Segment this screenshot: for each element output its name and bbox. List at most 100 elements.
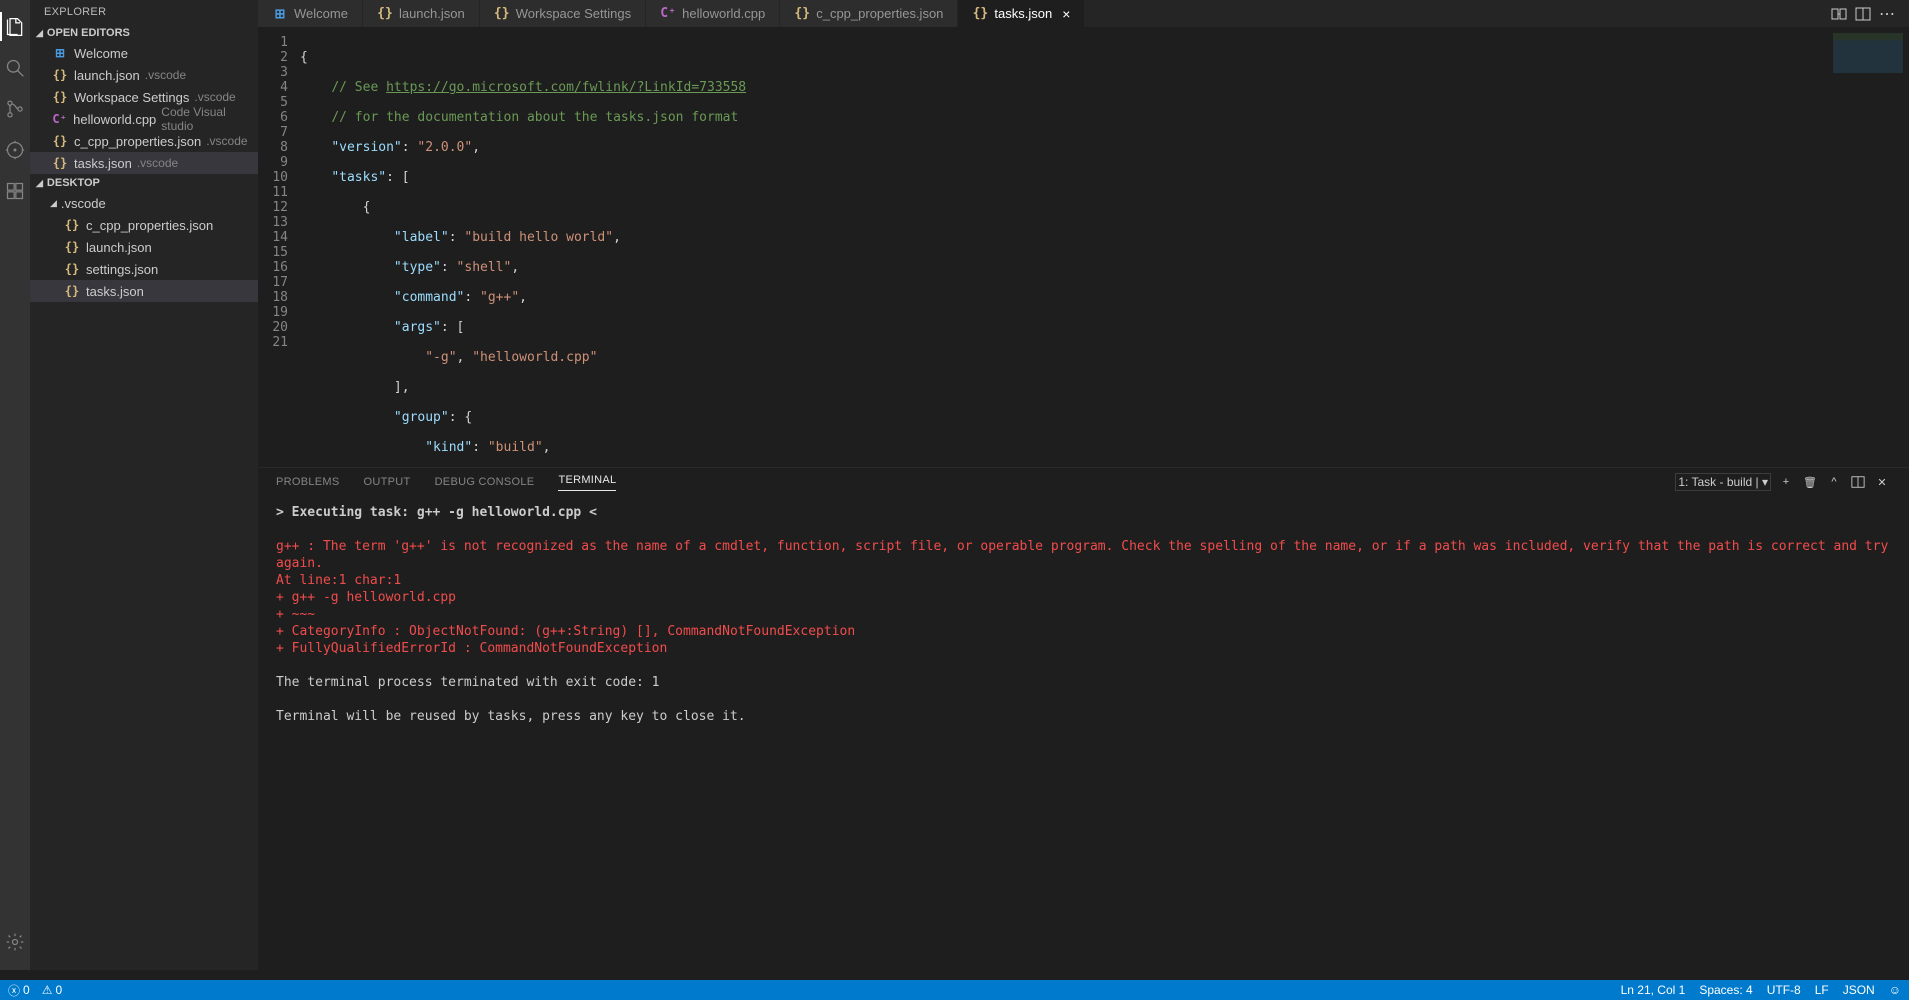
- panel-tab-problems[interactable]: PROBLEMS: [276, 476, 340, 488]
- file-label: c_cpp_properties.json: [74, 134, 201, 149]
- extensions-icon[interactable]: [1, 176, 30, 205]
- panel-close-icon[interactable]: ✕: [1873, 473, 1891, 491]
- editor-tab[interactable]: ⊞ Welcome: [258, 0, 363, 27]
- debug-icon[interactable]: [1, 135, 30, 164]
- json-icon: {}: [64, 283, 80, 299]
- source-control-icon[interactable]: [1, 94, 30, 123]
- status-bar: ⓧ0 ⚠0 Ln 21, Col 1 Spaces: 4 UTF-8 LF JS…: [0, 980, 1909, 1000]
- sidebar-title: EXPLORER: [30, 0, 258, 24]
- terminal-selector[interactable]: 1: Task - build | ▾: [1675, 473, 1771, 491]
- json-icon: {}: [972, 6, 988, 22]
- file-label: tasks.json: [86, 284, 144, 299]
- file-path-suffix: .vscode: [206, 134, 247, 148]
- tab-label: helloworld.cpp: [682, 6, 765, 21]
- editor-tab[interactable]: C⁺ helloworld.cpp: [646, 0, 780, 27]
- json-icon: {}: [494, 6, 510, 22]
- tab-label: tasks.json: [994, 6, 1052, 21]
- file-tree-item[interactable]: {} tasks.json: [30, 280, 258, 302]
- workspace-header[interactable]: ◢DESKTOP: [30, 174, 258, 192]
- json-icon: {}: [52, 155, 68, 171]
- file-path-suffix: .vscode: [137, 156, 178, 170]
- files-icon[interactable]: [1, 12, 30, 41]
- terminal-output[interactable]: > Executing task: g++ -g helloworld.cpp …: [258, 496, 1909, 733]
- file-label: settings.json: [86, 262, 158, 277]
- gear-icon[interactable]: [1, 927, 30, 956]
- search-icon[interactable]: [1, 53, 30, 82]
- vscode-icon: ⊞: [272, 6, 288, 22]
- panel-tab-terminal[interactable]: TERMINAL: [558, 474, 616, 491]
- open-editor-item[interactable]: {} launch.json .vscode: [30, 64, 258, 86]
- json-icon: {}: [794, 6, 810, 22]
- file-tree-item[interactable]: {} c_cpp_properties.json: [30, 214, 258, 236]
- line-gutter: 123456789101112131415161718192021: [258, 27, 300, 467]
- chevron-down-icon: ◢: [36, 178, 43, 189]
- panel-split-icon[interactable]: [1849, 473, 1867, 491]
- more-actions-icon[interactable]: ⋯: [1875, 2, 1899, 26]
- cpp-icon: C⁺: [52, 111, 67, 127]
- panel-tab-debug-console[interactable]: DEBUG CONSOLE: [435, 476, 535, 488]
- editor-tab[interactable]: {} launch.json: [363, 0, 480, 27]
- kill-terminal-icon[interactable]: 🗑: [1801, 473, 1819, 491]
- json-icon: {}: [52, 133, 68, 149]
- new-terminal-icon[interactable]: +: [1777, 473, 1795, 491]
- open-editor-item[interactable]: {} tasks.json .vscode: [30, 152, 258, 174]
- tab-label: c_cpp_properties.json: [816, 6, 943, 21]
- file-path-suffix: .vscode: [145, 68, 186, 82]
- code-content: { // See https://go.microsoft.com/fwlink…: [300, 27, 1509, 467]
- status-eol[interactable]: LF: [1815, 983, 1829, 997]
- open-editors-header[interactable]: ◢OPEN EDITORS: [30, 24, 258, 42]
- panel-tab-output[interactable]: OUTPUT: [364, 476, 411, 488]
- json-icon: {}: [64, 261, 80, 277]
- compare-changes-icon[interactable]: [1827, 2, 1851, 26]
- file-path-suffix: Code Visual studio: [161, 105, 256, 133]
- json-icon: {}: [64, 239, 80, 255]
- cpp-icon: C⁺: [660, 6, 676, 22]
- json-icon: {}: [52, 89, 68, 105]
- editor-tab[interactable]: {} c_cpp_properties.json: [780, 0, 958, 27]
- activity-bar: [0, 0, 30, 970]
- file-label: launch.json: [74, 68, 140, 83]
- minimap[interactable]: [1819, 27, 1909, 467]
- file-label: helloworld.cpp: [73, 112, 156, 127]
- open-editor-item[interactable]: ⊞ Welcome: [30, 42, 258, 64]
- folder-vscode[interactable]: ◢.vscode: [30, 192, 258, 214]
- file-label: Workspace Settings: [74, 90, 189, 105]
- status-spaces[interactable]: Spaces: 4: [1699, 983, 1752, 997]
- status-warnings[interactable]: ⚠0: [42, 983, 62, 997]
- json-icon: {}: [52, 67, 68, 83]
- json-icon: {}: [377, 6, 393, 22]
- open-editor-item[interactable]: {} c_cpp_properties.json .vscode: [30, 130, 258, 152]
- chevron-down-icon: ◢: [50, 198, 57, 209]
- status-encoding[interactable]: UTF-8: [1767, 983, 1801, 997]
- panel-tabs: PROBLEMS OUTPUT DEBUG CONSOLE TERMINAL 1…: [258, 468, 1909, 496]
- code-editor[interactable]: 123456789101112131415161718192021 { // S…: [258, 27, 1509, 467]
- tab-label: Welcome: [294, 6, 348, 21]
- error-icon: ⓧ: [8, 982, 20, 999]
- tab-label: launch.json: [399, 6, 465, 21]
- editor-tab[interactable]: {} tasks.json ×: [958, 0, 1085, 27]
- file-label: tasks.json: [74, 156, 132, 171]
- file-path-suffix: .vscode: [194, 90, 235, 104]
- file-tree-item[interactable]: {} launch.json: [30, 236, 258, 258]
- editor-tabs: ⊞ Welcome {} launch.json {} Workspace Setting…: [258, 0, 1909, 27]
- warning-icon: ⚠: [42, 983, 53, 997]
- vscode-icon: ⊞: [52, 45, 68, 61]
- status-line-col[interactable]: Ln 21, Col 1: [1621, 983, 1686, 997]
- file-label: launch.json: [86, 240, 152, 255]
- chevron-down-icon: ◢: [36, 28, 43, 39]
- json-icon: {}: [64, 217, 80, 233]
- bottom-panel: PROBLEMS OUTPUT DEBUG CONSOLE TERMINAL 1…: [258, 467, 1909, 980]
- feedback-icon[interactable]: ☺: [1889, 983, 1901, 997]
- explorer-sidebar: EXPLORER ◢OPEN EDITORS ⊞ Welcome {} launch.…: [30, 0, 258, 970]
- status-lang[interactable]: JSON: [1843, 983, 1875, 997]
- open-editor-item[interactable]: C⁺ helloworld.cpp Code Visual studio: [30, 108, 258, 130]
- close-icon[interactable]: ×: [1062, 6, 1070, 22]
- tab-label: Workspace Settings: [516, 6, 631, 21]
- editor-tab[interactable]: {} Workspace Settings: [480, 0, 646, 27]
- file-label: c_cpp_properties.json: [86, 218, 213, 233]
- file-tree-item[interactable]: {} settings.json: [30, 258, 258, 280]
- status-errors[interactable]: ⓧ0: [8, 982, 30, 999]
- panel-up-icon[interactable]: ^: [1825, 473, 1843, 491]
- split-editor-icon[interactable]: [1851, 2, 1875, 26]
- file-label: Welcome: [74, 46, 128, 61]
